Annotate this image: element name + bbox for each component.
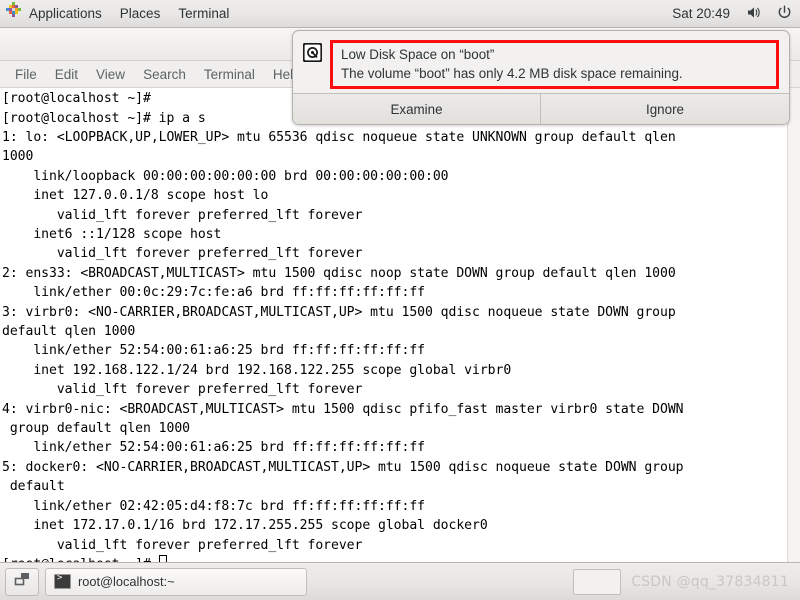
terminal-cursor [159, 555, 167, 562]
menu-terminal-label: Terminal [178, 0, 229, 28]
show-desktop-button[interactable] [5, 568, 39, 596]
menu-applications-label: Applications [29, 0, 102, 28]
notification-content: Low Disk Space on “boot” The volume “boo… [293, 31, 789, 93]
bottom-taskbar: root@localhost:~ CSDN @qq_37834811 [0, 562, 800, 600]
terminal-icon [54, 574, 71, 589]
terminal-line: default qlen 1000 [2, 322, 787, 341]
menu-file[interactable]: File [6, 61, 46, 88]
show-desktop-icon [13, 571, 32, 593]
menu-edit[interactable]: Edit [46, 61, 87, 88]
terminal-line: 4: virbr0-nic: <BROADCAST,MULTICAST> mtu… [2, 400, 787, 419]
menu-view[interactable]: View [87, 61, 134, 88]
terminal-line: link/ether 52:54:00:61:a6:25 brd ff:ff:f… [2, 341, 787, 360]
terminal-line: 1000 [2, 147, 787, 166]
terminal-line: inet6 ::1/128 scope host [2, 225, 787, 244]
terminal-line: 1: lo: <LOOPBACK,UP,LOWER_UP> mtu 65536 … [2, 128, 787, 147]
examine-button[interactable]: Examine [293, 94, 541, 125]
taskbar-window-label: root@localhost:~ [78, 574, 175, 589]
terminal-line: link/ether 02:42:05:d4:f8:7c brd ff:ff:f… [2, 497, 787, 516]
taskbar-window-button[interactable]: root@localhost:~ [45, 568, 307, 596]
menu-places-label: Places [120, 0, 161, 28]
power-button[interactable] [769, 4, 800, 24]
hard-disk-icon [303, 40, 322, 67]
notification-title: Low Disk Space on “boot” [341, 45, 770, 64]
terminal-line: link/ether 52:54:00:61:a6:25 brd ff:ff:f… [2, 438, 787, 457]
menu-search[interactable]: Search [134, 61, 195, 88]
low-disk-space-notification: Low Disk Space on “boot” The volume “boo… [292, 30, 790, 125]
notification-actions: Examine Ignore [293, 93, 789, 125]
terminal-line: inet 192.168.122.1/24 brd 192.168.122.25… [2, 361, 787, 380]
terminal-line: valid_lft forever preferred_lft forever [2, 536, 787, 555]
terminal-line: valid_lft forever preferred_lft forever [2, 244, 787, 263]
terminal-line: inet 172.17.0.1/16 brd 172.17.255.255 sc… [2, 516, 787, 535]
terminal-line: 5: docker0: <NO-CARRIER,BROADCAST,MULTIC… [2, 458, 787, 477]
notification-highlight-box: Low Disk Space on “boot” The volume “boo… [330, 40, 779, 89]
notification-body: The volume “boot” has only 4.2 MB disk s… [341, 64, 770, 83]
top-panel: Applications Places Terminal Sat 20:49 [0, 0, 800, 28]
terminal-line: 3: virbr0: <NO-CARRIER,BROADCAST,MULTICA… [2, 303, 787, 322]
speaker-icon [745, 4, 762, 24]
volume-button[interactable] [738, 4, 769, 24]
terminal-line: valid_lft forever preferred_lft forever [2, 380, 787, 399]
terminal-output: [root@localhost ~]#[root@localhost ~]# i… [0, 88, 787, 562]
menu-terminal[interactable]: Terminal [195, 61, 264, 88]
terminal-body[interactable]: [root@localhost ~]#[root@localhost ~]# i… [0, 88, 800, 562]
terminal-line: link/loopback 00:00:00:00:00:00 brd 00:0… [2, 167, 787, 186]
terminal-scrollbar-thumb[interactable] [788, 88, 800, 562]
terminal-line: 2: ens33: <BROADCAST,MULTICAST> mtu 1500… [2, 264, 787, 283]
power-icon [776, 4, 793, 24]
terminal-line: inet 127.0.0.1/8 scope host lo [2, 186, 787, 205]
desktop-screen: Applications Places Terminal Sat 20:49 [0, 0, 800, 600]
workspace-pager[interactable] [573, 569, 621, 595]
terminal-line: link/ether 00:0c:29:7c:fe:a6 brd ff:ff:f… [2, 283, 787, 302]
terminal-scrollbar[interactable] [787, 88, 800, 562]
terminal-line: group default qlen 1000 [2, 419, 787, 438]
menu-places[interactable]: Places [111, 0, 170, 28]
menu-applications[interactable]: Applications [0, 0, 111, 28]
ignore-button[interactable]: Ignore [541, 94, 789, 125]
fedora-activities-icon [5, 0, 22, 28]
clock[interactable]: Sat 20:49 [664, 6, 738, 21]
terminal-line: default [2, 477, 787, 496]
menu-terminal[interactable]: Terminal [169, 0, 238, 28]
watermark: CSDN @qq_37834811 [631, 574, 795, 590]
terminal-line: valid_lft forever preferred_lft forever [2, 206, 787, 225]
terminal-prompt-line: [root@localhost ~]# [2, 555, 787, 562]
